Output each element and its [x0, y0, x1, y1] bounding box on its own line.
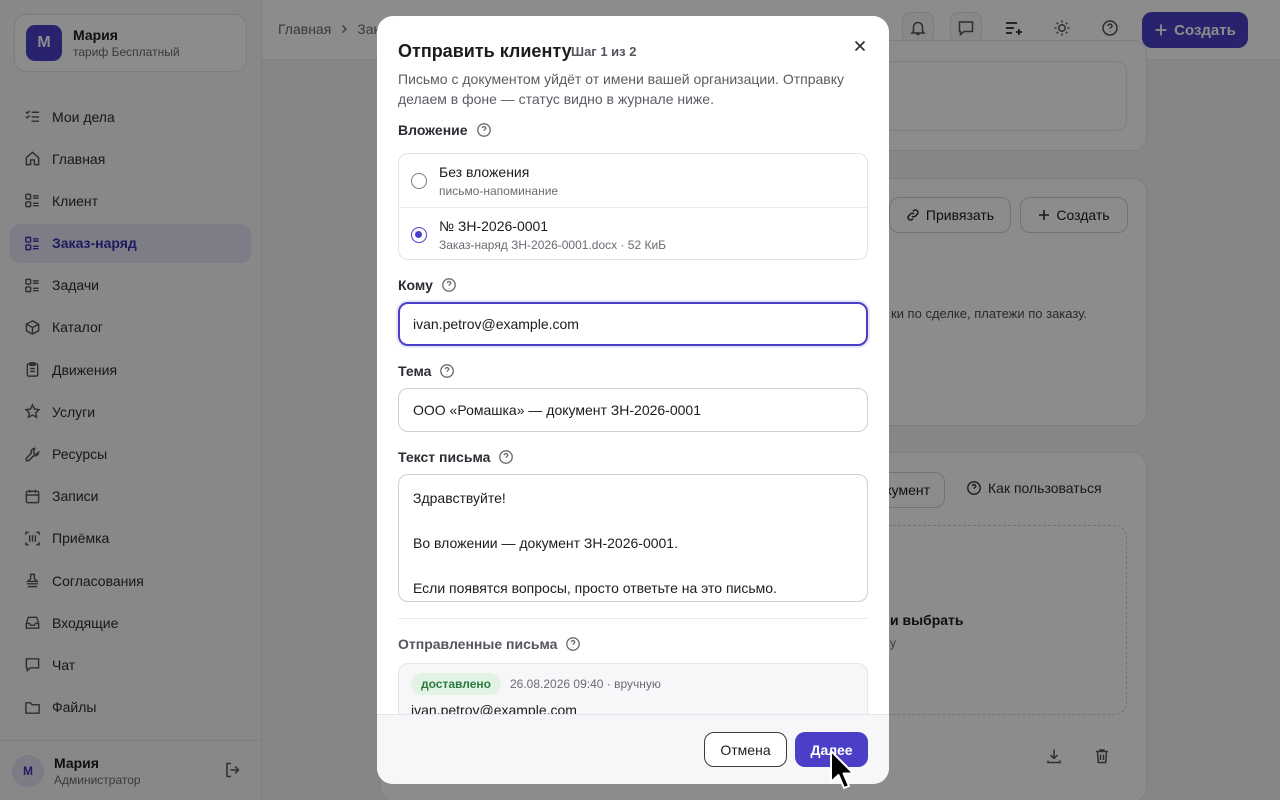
status-badge: доставлено — [411, 673, 501, 695]
email-field[interactable]: ivan.petrov@example.com — [398, 302, 868, 346]
body-label: Текст письма — [398, 449, 514, 465]
body-line: Если появятся вопросы, просто ответьте н… — [413, 580, 777, 596]
body-label-text: Текст письма — [398, 449, 491, 465]
body-line — [413, 555, 853, 578]
cancel-button[interactable]: Отмена — [704, 732, 787, 767]
attachment-subtitle: Заказ-наряд ЗН-2026-0001.docx · 52 КиБ — [439, 238, 667, 252]
close-icon[interactable] — [851, 37, 869, 55]
dialog-step: Шаг 1 из 2 — [571, 44, 637, 59]
attachment-option-none[interactable]: Без вложения письмо-напоминание — [399, 154, 867, 207]
attachment-option-document[interactable]: № ЗН-2026-0001 Заказ-наряд ЗН-2026-0001.… — [399, 207, 867, 260]
body-line: Во вложении — документ ЗН-2026-0001. — [413, 535, 678, 551]
help-icon[interactable] — [565, 636, 581, 652]
attachment-subtitle: письмо-напоминание — [439, 184, 559, 198]
subject-field[interactable]: ООО «Ромашка» — документ ЗН-2026-0001 — [398, 388, 868, 432]
body-line — [413, 510, 853, 533]
subject-label: Тема — [398, 363, 455, 379]
attachment-options: Без вложения письмо-напоминание № ЗН-202… — [398, 153, 868, 260]
sent-emails-label: Отправленные письма — [398, 636, 581, 652]
mouse-cursor-icon — [830, 750, 855, 789]
subject-label-text: Тема — [398, 363, 432, 379]
sent-emails-label-text: Отправленные письма — [398, 636, 558, 652]
help-icon[interactable] — [498, 449, 514, 465]
message-body-field[interactable]: Здравствуйте! Во вложении — документ ЗН-… — [398, 474, 868, 602]
help-icon[interactable] — [439, 363, 455, 379]
dialog-footer: Отмена Далее — [377, 714, 889, 784]
attachment-title: № ЗН-2026-0001 — [439, 218, 549, 234]
dialog-title: Отправить клиенту — [398, 41, 572, 61]
attachment-label-text: Вложение — [398, 122, 468, 138]
attachment-label: Вложение — [398, 122, 492, 138]
body-line: Здравствуйте! — [413, 490, 506, 506]
dialog-description: Письмо с документом уйдёт от имени вашей… — [398, 71, 844, 107]
help-icon[interactable] — [476, 122, 492, 138]
to-label-text: Кому — [398, 277, 433, 293]
to-label: Кому — [398, 277, 457, 293]
attachment-title: Без вложения — [439, 164, 530, 180]
radio-unchecked[interactable] — [411, 173, 427, 189]
divider — [398, 618, 868, 619]
sent-meta: 26.08.2026 09:40 · вручную — [510, 677, 661, 691]
radio-checked[interactable] — [411, 227, 427, 243]
help-icon[interactable] — [441, 277, 457, 293]
send-to-client-dialog: Отправить клиенту Шаг 1 из 2 Письмо с до… — [377, 16, 889, 784]
